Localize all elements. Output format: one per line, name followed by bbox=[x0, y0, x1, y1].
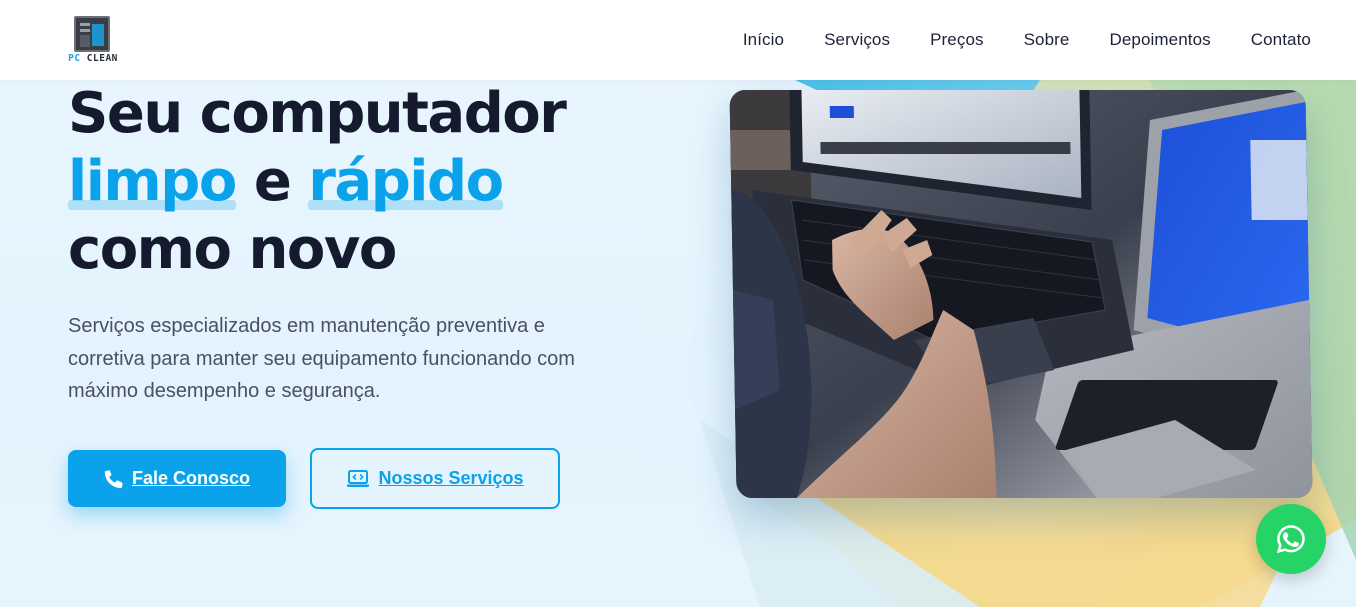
phone-icon bbox=[104, 469, 123, 488]
hero-description: Serviços especializados em manutenção pr… bbox=[68, 315, 575, 402]
logo-wordmark: PC CLEAN bbox=[66, 53, 120, 64]
pc-clean-logo[interactable]: PC CLEAN bbox=[66, 14, 120, 68]
hero-title-line1: Seu computador bbox=[68, 81, 567, 146]
fale-conosco-label: Fale Conosco bbox=[131, 468, 251, 488]
nav-link-precos[interactable]: Preços bbox=[930, 30, 984, 50]
site-header: PC CLEAN Início Serviços Preços Sobre De… bbox=[0, 0, 1356, 80]
hero-title-e: e bbox=[253, 149, 292, 214]
computer-case-icon bbox=[74, 16, 110, 52]
nav-link-sobre[interactable]: Sobre bbox=[1024, 30, 1070, 50]
whatsapp-button[interactable] bbox=[1256, 504, 1326, 574]
nossos-servicos-label: Nossos Serviços bbox=[378, 468, 524, 488]
main-nav: Início Serviços Preços Sobre Depoimentos… bbox=[743, 30, 1311, 50]
nossos-servicos-button[interactable]: Nossos Serviços bbox=[310, 448, 560, 509]
logo-pc-text: PC bbox=[68, 53, 81, 64]
logo-clean-text: CLEAN bbox=[86, 53, 118, 64]
hero-title: Seu computador limpo e rápido como novo bbox=[68, 80, 567, 284]
laptop-photo-illustration bbox=[729, 89, 1313, 499]
hero-title-line3: como novo bbox=[68, 217, 397, 282]
laptop-code-icon bbox=[347, 469, 370, 487]
hero-image bbox=[729, 89, 1313, 499]
hero-title-limpo: limpo bbox=[68, 149, 237, 214]
nav-link-contato[interactable]: Contato bbox=[1251, 30, 1311, 50]
whatsapp-icon bbox=[1276, 525, 1305, 554]
nav-link-inicio[interactable]: Início bbox=[743, 30, 784, 50]
hero-title-rapido: rápido bbox=[308, 149, 504, 214]
nav-link-servicos[interactable]: Serviços bbox=[824, 30, 890, 50]
nav-link-depoimentos[interactable]: Depoimentos bbox=[1109, 30, 1210, 50]
fale-conosco-button[interactable]: Fale Conosco bbox=[68, 450, 286, 507]
